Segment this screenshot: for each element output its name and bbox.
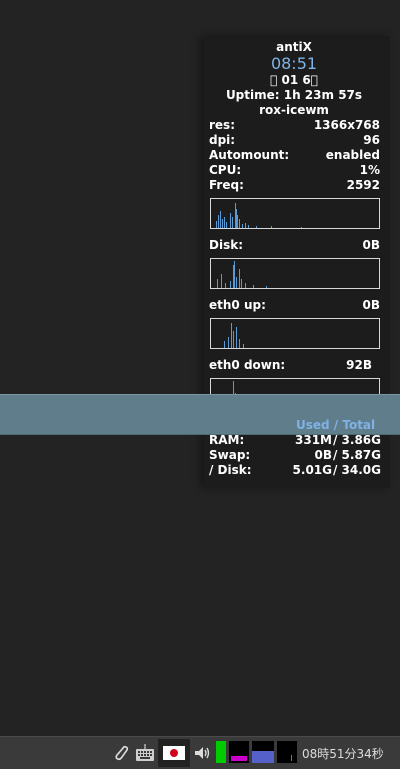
disk-value: 0B bbox=[362, 238, 381, 252]
disk-row: Disk: 0B bbox=[209, 238, 380, 253]
mem-used: 331M bbox=[295, 433, 332, 447]
eth0-up-key: eth0 up: bbox=[209, 298, 266, 312]
mem-key: RAM: bbox=[209, 433, 245, 447]
window-manager: rox-icewm bbox=[259, 103, 329, 117]
distro-name: antiX bbox=[276, 40, 312, 54]
memory-row-disk: / Disk: 5.01G / 34.0G bbox=[209, 463, 381, 478]
memory-row-ram: RAM: 331M / 3.86G bbox=[209, 433, 381, 448]
disk-monitor-icon bbox=[277, 741, 297, 763]
paperclip-icon[interactable] bbox=[112, 743, 130, 763]
paperclip-icon-glyph bbox=[115, 745, 129, 761]
stat-value: 1% bbox=[359, 163, 380, 177]
clock-time: 08:51 bbox=[270, 54, 318, 73]
stat-value: 96 bbox=[363, 133, 380, 147]
mem-used: 0B bbox=[314, 448, 333, 462]
mem-used: 5.01G bbox=[292, 463, 332, 477]
eth0-up-graph-svg bbox=[224, 323, 244, 348]
memory-row-swap: Swap: 0B / 5.87G bbox=[209, 448, 381, 463]
keyboard-icon-glyph bbox=[136, 744, 154, 761]
eth0-down-key: eth0 down: bbox=[209, 358, 286, 372]
network-activity-bar bbox=[231, 756, 247, 761]
stat-key: Freq: bbox=[209, 178, 244, 192]
flag-disc bbox=[170, 749, 178, 757]
eth0-up-value: 0B bbox=[362, 298, 381, 312]
eth0-up-graph bbox=[210, 318, 380, 349]
volume-icon-glyph bbox=[195, 747, 210, 759]
memory-fill bbox=[252, 751, 274, 763]
network-monitor-icon bbox=[229, 741, 249, 763]
used-total-label: Used / Total bbox=[296, 418, 376, 432]
disk-graph bbox=[210, 258, 380, 289]
disk-graph-svg bbox=[217, 261, 267, 288]
disk-key: Disk: bbox=[209, 238, 243, 252]
eth0-down-row: eth0 down: 92B bbox=[209, 358, 380, 373]
disk-activity-bar bbox=[291, 755, 292, 761]
stat-row-dpi: dpi: 96 bbox=[209, 133, 380, 148]
stat-value: 2592 bbox=[346, 178, 380, 192]
stat-value: 1366x768 bbox=[313, 118, 380, 132]
keyboard-icon[interactable] bbox=[135, 743, 155, 763]
mem-total: / 34.0G bbox=[332, 463, 381, 477]
mem-key: Swap: bbox=[209, 448, 251, 462]
taskbar-clock[interactable]: 08時51分34秒 bbox=[302, 745, 384, 762]
uptime: Uptime: 1h 23m 57s bbox=[225, 88, 363, 102]
mem-key: / Disk: bbox=[209, 463, 252, 477]
cpu-graph bbox=[210, 198, 380, 229]
mem-total: / 5.87G bbox=[332, 448, 381, 462]
cpu-monitor-icon bbox=[216, 741, 226, 763]
stat-key: dpi: bbox=[209, 133, 236, 147]
eth0-up-row: eth0 up: 0B bbox=[209, 298, 380, 313]
eth0-down-value: 92B bbox=[346, 358, 372, 372]
stat-row-freq: Freq: 2592 bbox=[209, 178, 380, 193]
conky-memory-section: Used / Total RAM: 331M / 3.86G Swap: 0B … bbox=[204, 418, 390, 488]
date:   01 6  bbox=[270, 73, 318, 87]
memory-monitor-icon bbox=[252, 741, 274, 763]
stat-key: CPU: bbox=[209, 163, 242, 177]
taskbar: 08時51分34秒 bbox=[0, 736, 400, 769]
stat-value: enabled bbox=[325, 148, 380, 162]
japan-flag-icon[interactable] bbox=[158, 739, 190, 767]
stat-row-resolution: res: 1366x768 bbox=[209, 118, 380, 133]
mem-total: / 3.86G bbox=[332, 433, 381, 447]
stat-row-automount: Automount: enabled bbox=[209, 148, 380, 163]
stat-key: Automount: bbox=[209, 148, 290, 162]
stat-row-cpu: CPU: 1% bbox=[209, 163, 380, 178]
stat-key: res: bbox=[209, 118, 235, 132]
volume-icon[interactable] bbox=[193, 743, 213, 763]
cpu-graph-svg bbox=[216, 203, 302, 228]
flag-field bbox=[163, 746, 185, 760]
